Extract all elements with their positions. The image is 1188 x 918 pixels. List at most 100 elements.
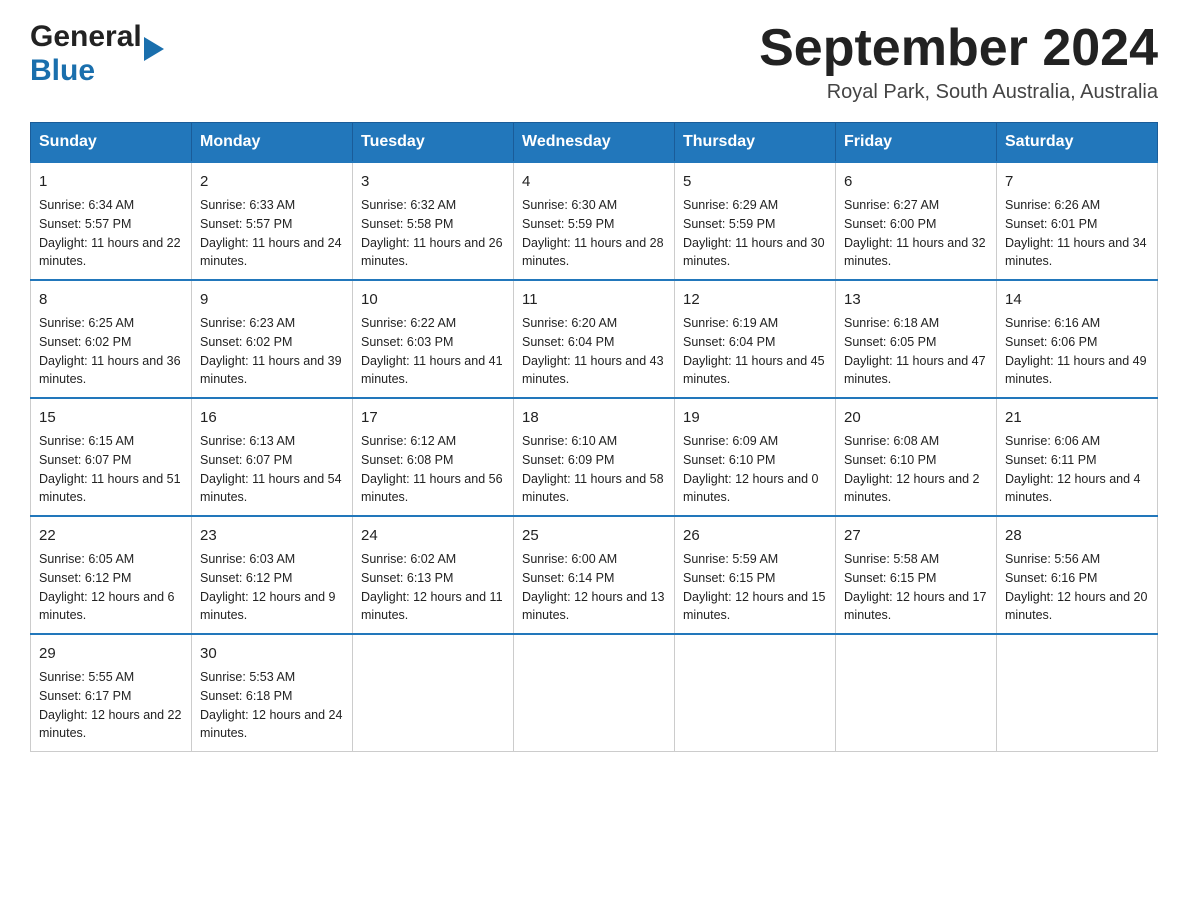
day-number: 20: [844, 407, 988, 428]
calendar-week-row: 1 Sunrise: 6:34 AMSunset: 5:57 PMDaylight…: [31, 162, 1158, 280]
day-number: 11: [522, 289, 666, 310]
logo-general-text: General: [30, 20, 142, 54]
day-number: 1: [39, 171, 183, 192]
day-number: 30: [200, 643, 344, 664]
day-info: Sunrise: 6:13 AMSunset: 6:07 PMDaylight:…: [200, 434, 342, 504]
day-number: 14: [1005, 289, 1149, 310]
day-info: Sunrise: 6:27 AMSunset: 6:00 PMDaylight:…: [844, 198, 986, 268]
day-number: 4: [522, 171, 666, 192]
calendar-cell: [836, 634, 997, 752]
calendar-cell: 19 Sunrise: 6:09 AMSunset: 6:10 PMDayligh…: [675, 398, 836, 516]
day-info: Sunrise: 6:16 AMSunset: 6:06 PMDaylight:…: [1005, 316, 1147, 386]
day-number: 13: [844, 289, 988, 310]
day-info: Sunrise: 6:09 AMSunset: 6:10 PMDaylight:…: [683, 434, 819, 504]
day-info: Sunrise: 6:30 AMSunset: 5:59 PMDaylight:…: [522, 198, 664, 268]
day-info: Sunrise: 6:34 AMSunset: 5:57 PMDaylight:…: [39, 198, 181, 268]
calendar-cell: 15Sunrise: 6:15 AMSunset: 6:07 PMDayligh…: [31, 398, 192, 516]
day-number: 25: [522, 525, 666, 546]
day-header-wednesday: Wednesday: [514, 123, 675, 163]
calendar-cell: 5 Sunrise: 6:29 AMSunset: 5:59 PMDaylight…: [675, 162, 836, 280]
calendar-cell: 24 Sunrise: 6:02 AMSunset: 6:13 PMDayligh…: [353, 516, 514, 634]
day-number: 5: [683, 171, 827, 192]
day-number: 26: [683, 525, 827, 546]
day-number: 9: [200, 289, 344, 310]
calendar-cell: 30 Sunrise: 5:53 AMSunset: 6:18 PMDayligh…: [192, 634, 353, 752]
day-number: 28: [1005, 525, 1149, 546]
calendar-cell: 8 Sunrise: 6:25 AMSunset: 6:02 PMDaylight…: [31, 280, 192, 398]
calendar-cell: 20 Sunrise: 6:08 AMSunset: 6:10 PMDayligh…: [836, 398, 997, 516]
day-info: Sunrise: 6:06 AMSunset: 6:11 PMDaylight:…: [1005, 434, 1141, 504]
calendar-cell: 14 Sunrise: 6:16 AMSunset: 6:06 PMDayligh…: [997, 280, 1158, 398]
day-info: Sunrise: 6:03 AMSunset: 6:12 PMDaylight:…: [200, 552, 336, 622]
logo: General Blue: [30, 20, 144, 88]
day-number: 15: [39, 407, 183, 428]
calendar-week-row: 22Sunrise: 6:05 AMSunset: 6:12 PMDayligh…: [31, 516, 1158, 634]
page-subtitle: Royal Park, South Australia, Australia: [759, 81, 1158, 104]
calendar-cell: 1 Sunrise: 6:34 AMSunset: 5:57 PMDaylight…: [31, 162, 192, 280]
calendar-table: SundayMondayTuesdayWednesdayThursdayFrid…: [30, 122, 1158, 752]
day-number: 21: [1005, 407, 1149, 428]
day-info: Sunrise: 5:59 AMSunset: 6:15 PMDaylight:…: [683, 552, 825, 622]
calendar-cell: 7 Sunrise: 6:26 AMSunset: 6:01 PMDaylight…: [997, 162, 1158, 280]
day-number: 12: [683, 289, 827, 310]
calendar-cell: 13 Sunrise: 6:18 AMSunset: 6:05 PMDayligh…: [836, 280, 997, 398]
day-number: 17: [361, 407, 505, 428]
day-info: Sunrise: 6:02 AMSunset: 6:13 PMDaylight:…: [361, 552, 503, 622]
calendar-cell: 17 Sunrise: 6:12 AMSunset: 6:08 PMDayligh…: [353, 398, 514, 516]
day-info: Sunrise: 6:22 AMSunset: 6:03 PMDaylight:…: [361, 316, 503, 386]
day-info: Sunrise: 6:18 AMSunset: 6:05 PMDaylight:…: [844, 316, 986, 386]
calendar-cell: 11 Sunrise: 6:20 AMSunset: 6:04 PMDayligh…: [514, 280, 675, 398]
day-info: Sunrise: 6:20 AMSunset: 6:04 PMDaylight:…: [522, 316, 664, 386]
day-number: 27: [844, 525, 988, 546]
day-info: Sunrise: 6:29 AMSunset: 5:59 PMDaylight:…: [683, 198, 825, 268]
day-number: 24: [361, 525, 505, 546]
day-info: Sunrise: 6:00 AMSunset: 6:14 PMDaylight:…: [522, 552, 664, 622]
day-info: Sunrise: 5:58 AMSunset: 6:15 PMDaylight:…: [844, 552, 986, 622]
calendar-cell: 21 Sunrise: 6:06 AMSunset: 6:11 PMDayligh…: [997, 398, 1158, 516]
calendar-cell: [997, 634, 1158, 752]
day-info: Sunrise: 6:10 AMSunset: 6:09 PMDaylight:…: [522, 434, 664, 504]
day-header-friday: Friday: [836, 123, 997, 163]
title-area: September 2024 Royal Park, South Austral…: [759, 20, 1158, 104]
calendar-cell: 2Sunrise: 6:33 AMSunset: 5:57 PMDaylight…: [192, 162, 353, 280]
day-number: 19: [683, 407, 827, 428]
day-info: Sunrise: 6:25 AMSunset: 6:02 PMDaylight:…: [39, 316, 181, 386]
calendar-cell: 12 Sunrise: 6:19 AMSunset: 6:04 PMDayligh…: [675, 280, 836, 398]
calendar-cell: 29Sunrise: 5:55 AMSunset: 6:17 PMDayligh…: [31, 634, 192, 752]
day-info: Sunrise: 6:08 AMSunset: 6:10 PMDaylight:…: [844, 434, 980, 504]
calendar-cell: 16Sunrise: 6:13 AMSunset: 6:07 PMDayligh…: [192, 398, 353, 516]
calendar-header-row: SundayMondayTuesdayWednesdayThursdayFrid…: [31, 123, 1158, 163]
day-number: 2: [200, 171, 344, 192]
day-number: 3: [361, 171, 505, 192]
day-header-saturday: Saturday: [997, 123, 1158, 163]
logo-blue-text: Blue: [30, 54, 95, 87]
day-number: 10: [361, 289, 505, 310]
calendar-cell: [514, 634, 675, 752]
day-info: Sunrise: 6:19 AMSunset: 6:04 PMDaylight:…: [683, 316, 825, 386]
day-info: Sunrise: 6:05 AMSunset: 6:12 PMDaylight:…: [39, 552, 175, 622]
day-info: Sunrise: 6:12 AMSunset: 6:08 PMDaylight:…: [361, 434, 503, 504]
day-header-sunday: Sunday: [31, 123, 192, 163]
day-info: Sunrise: 5:53 AMSunset: 6:18 PMDaylight:…: [200, 670, 342, 740]
calendar-cell: [353, 634, 514, 752]
day-number: 7: [1005, 171, 1149, 192]
calendar-cell: 4 Sunrise: 6:30 AMSunset: 5:59 PMDaylight…: [514, 162, 675, 280]
day-info: Sunrise: 6:32 AMSunset: 5:58 PMDaylight:…: [361, 198, 503, 268]
calendar-week-row: 8 Sunrise: 6:25 AMSunset: 6:02 PMDaylight…: [31, 280, 1158, 398]
calendar-cell: 18Sunrise: 6:10 AMSunset: 6:09 PMDayligh…: [514, 398, 675, 516]
calendar-cell: 25 Sunrise: 6:00 AMSunset: 6:14 PMDayligh…: [514, 516, 675, 634]
day-info: Sunrise: 6:23 AMSunset: 6:02 PMDaylight:…: [200, 316, 342, 386]
day-info: Sunrise: 6:26 AMSunset: 6:01 PMDaylight:…: [1005, 198, 1147, 268]
calendar-cell: 3 Sunrise: 6:32 AMSunset: 5:58 PMDaylight…: [353, 162, 514, 280]
calendar-cell: 26 Sunrise: 5:59 AMSunset: 6:15 PMDayligh…: [675, 516, 836, 634]
calendar-cell: 27 Sunrise: 5:58 AMSunset: 6:15 PMDayligh…: [836, 516, 997, 634]
calendar-cell: 9 Sunrise: 6:23 AMSunset: 6:02 PMDaylight…: [192, 280, 353, 398]
calendar-week-row: 15Sunrise: 6:15 AMSunset: 6:07 PMDayligh…: [31, 398, 1158, 516]
day-number: 29: [39, 643, 183, 664]
calendar-week-row: 29Sunrise: 5:55 AMSunset: 6:17 PMDayligh…: [31, 634, 1158, 752]
day-info: Sunrise: 5:56 AMSunset: 6:16 PMDaylight:…: [1005, 552, 1147, 622]
calendar-cell: 22Sunrise: 6:05 AMSunset: 6:12 PMDayligh…: [31, 516, 192, 634]
page-title: September 2024: [759, 20, 1158, 77]
day-number: 8: [39, 289, 183, 310]
day-header-thursday: Thursday: [675, 123, 836, 163]
